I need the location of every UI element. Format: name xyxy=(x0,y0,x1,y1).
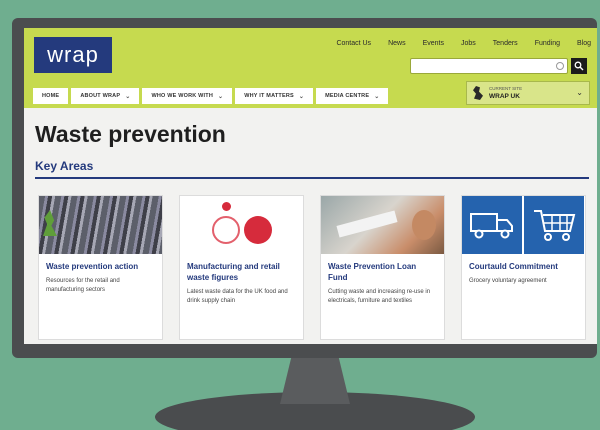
truck-tile xyxy=(462,196,522,254)
nav-about-label: ABOUT WRAP xyxy=(80,93,121,99)
card-courtauld-commitment[interactable]: Courtauld Commitment Grocery voluntary a… xyxy=(461,195,586,340)
nav-about-wrap[interactable]: ABOUT WRAP ⌄ xyxy=(71,88,140,104)
card-description: Grocery voluntary agreement xyxy=(469,278,547,284)
ring-icon xyxy=(212,216,240,244)
current-site-value: WRAP UK xyxy=(489,93,520,100)
chevron-down-icon: ⌄ xyxy=(576,88,583,97)
nav-home[interactable]: HOME xyxy=(33,88,69,104)
waste-figures-image xyxy=(180,196,303,254)
nav-who-label: WHO WE WORK WITH xyxy=(151,93,213,99)
truck-icon xyxy=(470,213,513,239)
top-link-events[interactable]: Events xyxy=(423,40,444,47)
monitor-screen: wrap Contact Us News Events Jobs Tenders… xyxy=(24,28,597,344)
shopping-cart-icon xyxy=(534,210,576,241)
chevron-down-icon: ⌄ xyxy=(125,93,131,100)
card-description: Cutting waste and increasing re-use in e… xyxy=(328,289,431,304)
key-areas-cards: Waste prevention action Resources for th… xyxy=(38,195,586,340)
nav-why-it-matters[interactable]: WHY IT MATTERS ⌄ xyxy=(235,88,314,104)
card-waste-prevention-action[interactable]: Waste prevention action Resources for th… xyxy=(38,195,163,340)
red-dot-icon xyxy=(222,202,231,211)
top-link-tenders[interactable]: Tenders xyxy=(493,40,518,47)
wrap-logo[interactable]: wrap xyxy=(34,37,112,73)
nav-why-label: WHY IT MATTERS xyxy=(244,93,294,99)
top-link-news[interactable]: News xyxy=(388,40,406,47)
clear-icon xyxy=(556,62,564,70)
uk-map-icon xyxy=(473,86,483,100)
page-title: Waste prevention xyxy=(35,121,226,147)
nav-who-we-work-with[interactable]: WHO WE WORK WITH ⌄ xyxy=(142,88,233,104)
current-site-selector[interactable]: CURRENT SITE WRAP UK ⌄ xyxy=(466,81,590,105)
top-links: Contact Us News Events Jobs Tenders Fund… xyxy=(336,40,591,47)
worker-head-shape xyxy=(412,210,436,240)
nav-media-centre[interactable]: MEDIA CENTRE ⌄ xyxy=(316,88,389,104)
chevron-down-icon: ⌄ xyxy=(298,93,305,100)
top-link-jobs[interactable]: Jobs xyxy=(461,40,476,47)
plant-icon xyxy=(43,210,57,236)
current-site-caption: CURRENT SITE xyxy=(489,86,523,91)
main-nav: HOME ABOUT WRAP ⌄ WHO WE WORK WITH ⌄ WHY… xyxy=(33,88,389,104)
card-title[interactable]: Courtauld Commitment xyxy=(462,254,585,272)
chevron-down-icon: ⌄ xyxy=(218,93,224,100)
card-description: Latest waste data for the UK food and dr… xyxy=(187,289,288,304)
card-description: Resources for the retail and manufacturi… xyxy=(46,278,120,293)
nav-home-label: HOME xyxy=(42,93,60,99)
card-manufacturing-figures[interactable]: Manufacturing and retail waste figures L… xyxy=(179,195,304,340)
card-title[interactable]: Waste prevention action xyxy=(39,254,162,272)
search-button[interactable] xyxy=(571,58,587,74)
site-header: wrap Contact Us News Events Jobs Tenders… xyxy=(24,28,597,108)
nav-media-label: MEDIA CENTRE xyxy=(325,93,370,99)
card-loan-fund[interactable]: Waste Prevention Loan Fund Cutting waste… xyxy=(320,195,445,340)
top-link-contact[interactable]: Contact Us xyxy=(336,40,371,47)
cart-tile xyxy=(524,196,584,254)
monitor-stand-neck xyxy=(280,352,350,404)
courtauld-image xyxy=(462,196,585,254)
chevron-down-icon: ⌄ xyxy=(374,93,380,100)
top-link-funding[interactable]: Funding xyxy=(535,40,560,47)
search-icon xyxy=(574,61,584,71)
section-divider xyxy=(35,177,589,179)
card-title[interactable]: Manufacturing and retail waste figures xyxy=(180,254,303,283)
repair-worker-image xyxy=(321,196,444,254)
worker-arm-shape xyxy=(336,210,398,238)
section-heading: Key Areas xyxy=(35,159,94,173)
red-circle-icon xyxy=(244,216,272,244)
card-title[interactable]: Waste Prevention Loan Fund xyxy=(321,254,444,283)
waste-pile-image xyxy=(39,196,162,254)
search-input[interactable] xyxy=(410,58,568,74)
top-link-blog[interactable]: Blog xyxy=(577,40,591,47)
